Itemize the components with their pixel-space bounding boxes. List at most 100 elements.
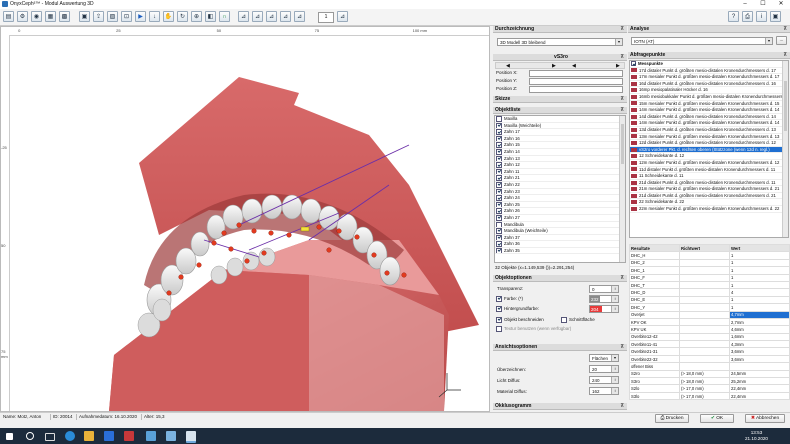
info-icon[interactable]: i [756, 11, 767, 22]
object-list-item[interactable]: Zahn 14 [495, 148, 625, 156]
object-checkbox[interactable] [496, 129, 502, 135]
axis-icon[interactable]: ⊿ [266, 11, 277, 22]
table-row[interactable]: DHC_D 4 [629, 288, 790, 297]
save-icon[interactable]: ▣ [79, 11, 90, 22]
app-icon[interactable] [124, 431, 134, 441]
query-point-item[interactable]: 14m mesialer Punkt d. größten mesio-dist… [630, 107, 788, 114]
onyxceph-icon[interactable] [186, 431, 196, 443]
transparenz-stepper[interactable]: 0 ↕ [589, 285, 619, 293]
help-icon[interactable]: ? [728, 11, 739, 22]
query-point-item[interactable]: 21m mesialer Punkt d. größten mesio-dist… [630, 186, 788, 193]
search-icon[interactable] [26, 432, 34, 440]
pin-icon[interactable]: ⊼ [620, 107, 624, 114]
fit-icon[interactable]: ⊿ [337, 11, 348, 22]
play-icon[interactable]: ▶ [135, 11, 146, 22]
view-icon[interactable]: ◉ [31, 11, 42, 22]
object-list-item[interactable]: Zahn 13 [495, 155, 625, 163]
query-point-item[interactable]: 17d distaler Punkt d. größten mesio-dist… [630, 68, 788, 75]
grid-icon[interactable]: ▩ [59, 11, 70, 22]
object-list-item[interactable]: Zahn 17 [495, 129, 625, 136]
gear-icon[interactable]: ⚙ [17, 11, 28, 22]
query-point-item[interactable]: 12m mesialer Punkt d. größten mesio-dist… [630, 160, 788, 167]
teamviewer-icon[interactable] [104, 431, 114, 441]
ueberzeichnen-stepper[interactable]: 20 ↕ [589, 365, 619, 373]
folder-icon[interactable]: ▤ [3, 11, 14, 22]
table-row[interactable]: Overbite22-32 3,6mm [629, 354, 790, 364]
object-list-scrollbar[interactable] [619, 116, 625, 262]
query-point-item[interactable]: 22 Schneidekante d. 22 [630, 199, 788, 207]
textur-checkbox[interactable] [496, 326, 502, 332]
table-row[interactable]: offener Biss [629, 362, 790, 371]
drucken-button[interactable]: ⎙ Drucken [655, 414, 689, 423]
arrow-down-icon[interactable]: ↓ [149, 11, 160, 22]
object-checkbox[interactable] [496, 162, 502, 168]
object-checkbox[interactable] [496, 188, 502, 195]
pin-icon[interactable]: ⊼ [783, 52, 787, 59]
farbe-picker[interactable]: 232 ↕ [589, 295, 619, 303]
object-checkbox[interactable] [496, 221, 502, 228]
table-row[interactable]: Overbite21-31 3,6mm [629, 347, 790, 356]
object-checkbox[interactable] [496, 214, 502, 221]
hintergrund-picker[interactable]: 204 ↕ [589, 305, 619, 313]
hintergrund-checkbox[interactable] [496, 306, 502, 312]
table-row[interactable]: DHC_H 1 [629, 251, 790, 260]
next-arrow-icon[interactable]: ▶ [616, 63, 620, 69]
table-row[interactable]: Overjet 4,7mm [629, 310, 790, 319]
list-group-header[interactable]: Messpunkte [630, 61, 788, 68]
spin-icon[interactable]: ↕ [611, 296, 618, 302]
measure-icon[interactable]: ⊡ [121, 11, 132, 22]
align-icon[interactable]: ⊿ [252, 11, 263, 22]
export-icon[interactable]: ⇪ [93, 11, 104, 22]
close-button[interactable]: ✕ [772, 0, 790, 9]
query-point-item[interactable]: 21d distaler Punkt d. größten mesio-dist… [630, 180, 788, 187]
object-checkbox[interactable] [496, 241, 502, 247]
object-checkbox[interactable] [496, 142, 502, 149]
object-checkbox[interactable] [496, 175, 502, 181]
query-point-item[interactable]: 11 Schneidekante d. 11 [630, 173, 788, 180]
durchzeichnung-header[interactable]: Durchzeichnung ⊼ [493, 26, 627, 33]
objektoptionen-header[interactable]: Objektoptionen ⊼ [493, 275, 627, 282]
table-row[interactable]: DHC_1 1 [629, 266, 790, 275]
table-row[interactable]: S3lo (> 17,0 mm) 22,4mm [629, 391, 790, 401]
query-point-item[interactable]: 11d distaler Punkt d. größten mesio-dist… [630, 167, 788, 174]
column-header[interactable]: Wert [729, 243, 790, 253]
object-list-item[interactable]: Zahn 27 [495, 214, 625, 222]
object-list[interactable]: Maxilla Maxilla (Weichteile) Zahn 17 Zahn 1… [494, 115, 626, 263]
column-header[interactable]: Richtwert [679, 243, 730, 253]
query-point-item[interactable]: 16mp mesiopalatinaler Höcker d. 16 [630, 87, 788, 94]
object-checkbox[interactable] [496, 135, 502, 142]
object-checkbox[interactable] [496, 201, 502, 208]
print-icon[interactable]: ⎙ [742, 11, 753, 22]
pin-icon[interactable]: ⊼ [620, 275, 624, 282]
abfragepunkte-header[interactable]: Abfragepunkte ⊼ [628, 52, 790, 59]
object-list-item[interactable]: Zahn 35 [495, 247, 625, 255]
windows-start-icon[interactable] [6, 433, 13, 440]
table-row[interactable]: DHC_2 1 [629, 258, 790, 268]
query-point-item[interactable]: 15m mesialer Punkt d. größten mesio-dist… [630, 101, 788, 108]
edge-icon[interactable] [65, 431, 75, 441]
table-row[interactable]: S2ro (> 18,0 mm) 24,5mm [629, 369, 790, 379]
object-checkbox[interactable] [496, 181, 502, 188]
layers-icon[interactable]: ▦ [45, 11, 56, 22]
dental-model-3d[interactable] [9, 35, 489, 411]
query-point-item[interactable]: 21d distaler Punkt d. größten mesio-dist… [630, 193, 788, 200]
object-checkbox[interactable] [496, 234, 502, 241]
hand-icon[interactable]: ✋ [163, 11, 174, 22]
schnittflaeche-checkbox[interactable] [561, 317, 567, 323]
spin-icon[interactable]: ↕ [611, 366, 618, 372]
okklusogramm-header[interactable]: Okklusogramm ⊼ [493, 403, 627, 410]
maximize-button[interactable]: ☐ [754, 0, 772, 9]
objekt-beschneiden-checkbox[interactable] [496, 317, 502, 323]
object-list-item[interactable]: Maxilla (Weichteile) [495, 122, 625, 130]
object-checkbox[interactable] [496, 116, 502, 122]
object-list-item[interactable]: Zahn 15 [495, 142, 625, 149]
object-list-item[interactable]: Zahn 16 [495, 135, 625, 143]
query-list-scrollbar[interactable] [782, 61, 788, 237]
analyse-select[interactable]: IOTN (AT) ▾ [631, 37, 773, 45]
explorer-icon[interactable] [84, 431, 94, 441]
object-list-item[interactable]: Zahn 36 [495, 241, 625, 248]
object-list-item[interactable]: Zahn 23 [495, 188, 625, 196]
object-list-item[interactable]: Zahn 24 [495, 195, 625, 202]
table-row[interactable]: Overbite11-41 4,3mm [629, 340, 790, 349]
object-list-item[interactable]: Zahn 21 [495, 175, 625, 182]
